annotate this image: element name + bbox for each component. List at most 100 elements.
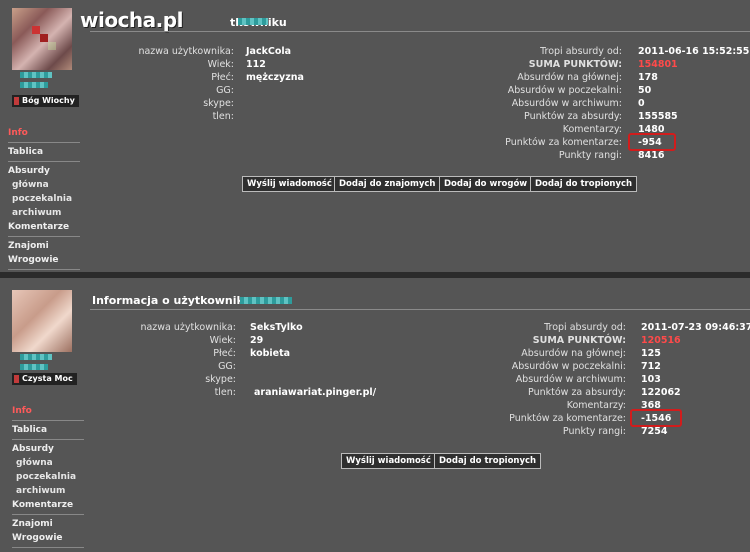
value-absurd-points: 122062 xyxy=(641,387,681,398)
nav-info[interactable]: Info xyxy=(12,404,84,418)
value-absurd-points: 155585 xyxy=(638,111,678,122)
blurred-text xyxy=(20,82,48,88)
nav-poczekalnia[interactable]: poczekalnia xyxy=(12,470,84,484)
add-tracked-button[interactable]: Dodaj do tropionych xyxy=(434,453,542,469)
divider xyxy=(8,236,80,237)
nav-glowna[interactable]: główna xyxy=(8,178,80,192)
profile-panel-1: Bóg Wiochy wiocha.pl tkowniku Info Tabli… xyxy=(0,0,750,272)
label-total-points: SUMA PUNKTÓW: xyxy=(532,335,626,346)
nav-tablica[interactable]: Tablica xyxy=(8,145,80,159)
value-queue: 712 xyxy=(641,361,661,372)
add-tracked-button[interactable]: Dodaj do tropionych xyxy=(530,176,638,192)
nav-komentarze[interactable]: Komentarze xyxy=(8,220,80,234)
header-divider xyxy=(90,31,750,32)
label-total-points: SUMA PUNKTÓW: xyxy=(528,59,622,70)
label-comment-points: Punktów za komentarze: xyxy=(509,413,626,424)
nav-wrogowie[interactable]: Wrogowie xyxy=(8,253,80,267)
value-tlen[interactable]: araniawariat.pinger.pl/ xyxy=(254,387,376,399)
rank-icon xyxy=(14,97,19,105)
avatar[interactable] xyxy=(12,290,72,352)
label-age: Wiek: xyxy=(209,335,236,346)
divider xyxy=(8,269,80,270)
label-username: nazwa użytkownika: xyxy=(138,46,234,57)
nav-znajomi[interactable]: Znajomi xyxy=(12,517,84,531)
divider xyxy=(12,514,84,515)
blurred-text xyxy=(20,72,52,78)
divider xyxy=(12,547,84,548)
page-title: Informacja o użytkowniku xyxy=(92,294,252,307)
label-queue: Absurdów w poczekalni: xyxy=(511,361,626,372)
nav-znajomi[interactable]: Znajomi xyxy=(8,239,80,253)
value-rank-points: 8416 xyxy=(638,150,665,161)
nav-tablica[interactable]: Tablica xyxy=(12,423,84,437)
rank-icon xyxy=(14,375,19,383)
value-tracking-since: 2011-06-16 15:52:55 xyxy=(638,46,750,57)
label-rank-points: Punkty rangi: xyxy=(558,150,622,161)
sidebar-nav: Info Tablica Absurdy główna poczekalnia … xyxy=(12,404,84,550)
label-archive: Absurdów w archiwum: xyxy=(511,98,622,109)
avatar[interactable] xyxy=(12,8,72,70)
label-absurd-points: Punktów za absurdy: xyxy=(528,387,626,398)
nav-absurdy[interactable]: Absurdy xyxy=(12,442,84,456)
blurred-username xyxy=(240,297,292,304)
value-age: 29 xyxy=(250,335,264,346)
add-friend-button[interactable]: Dodaj do znajomych xyxy=(334,176,441,192)
nav-archiwum[interactable]: archiwum xyxy=(8,206,80,220)
site-logo[interactable]: wiocha.pl xyxy=(80,8,183,32)
add-enemy-button[interactable]: Dodaj do wrogów xyxy=(439,176,533,192)
label-rank-points: Punkty rangi: xyxy=(562,426,626,437)
label-tlen: tlen: xyxy=(212,111,234,122)
blurred-text xyxy=(20,364,48,370)
highlight-circle xyxy=(630,409,682,427)
nav-archiwum[interactable]: archiwum xyxy=(12,484,84,498)
label-tracking-since: Tropi absurdy od: xyxy=(540,46,622,57)
value-main-page: 125 xyxy=(641,348,661,359)
value-total-points: 154801 xyxy=(638,59,678,70)
value-age: 112 xyxy=(246,59,266,70)
label-main-page: Absurdów na głównej: xyxy=(517,72,622,83)
value-gender: mężczyzna xyxy=(246,72,304,83)
label-skype: skype: xyxy=(205,374,236,385)
divider xyxy=(12,420,84,421)
label-tlen: tlen: xyxy=(214,387,236,398)
page-title: tkowniku xyxy=(180,16,287,29)
header-divider xyxy=(90,309,750,310)
label-archive: Absurdów w archiwum: xyxy=(515,374,626,385)
label-gg: GG: xyxy=(218,361,236,372)
label-gg: GG: xyxy=(216,85,234,96)
label-main-page: Absurdów na głównej: xyxy=(521,348,626,359)
divider xyxy=(12,439,84,440)
profile-panel-2: Czysta Moc Informacja o użytkowniku Info… xyxy=(0,278,750,552)
value-total-points: 120516 xyxy=(641,335,681,346)
label-absurd-points: Punktów za absurdy: xyxy=(524,111,622,122)
label-gender: Płeć: xyxy=(213,348,236,359)
value-rank-points: 7254 xyxy=(641,426,668,437)
blurred-username xyxy=(238,18,268,25)
value-username: SeksTylko xyxy=(250,322,303,333)
label-queue: Absurdów w poczekalni: xyxy=(507,85,622,96)
rank-badge: Bóg Wiochy xyxy=(12,95,79,107)
divider xyxy=(8,161,80,162)
value-archive: 0 xyxy=(638,98,645,109)
label-tracking-since: Tropi absurdy od: xyxy=(544,322,626,333)
label-comments: Komentarzy: xyxy=(562,124,622,135)
nav-absurdy[interactable]: Absurdy xyxy=(8,164,80,178)
value-main-page: 178 xyxy=(638,72,658,83)
label-skype: skype: xyxy=(203,98,234,109)
value-queue: 50 xyxy=(638,85,652,96)
sidebar-nav: Info Tablica Absurdy główna poczekalnia … xyxy=(8,126,80,272)
value-gender: kobieta xyxy=(250,348,291,359)
nav-komentarze[interactable]: Komentarze xyxy=(12,498,84,512)
label-comment-points: Punktów za komentarze: xyxy=(505,137,622,148)
value-username: JackCola xyxy=(246,46,292,57)
divider xyxy=(8,142,80,143)
rank-badge: Czysta Moc xyxy=(12,373,77,385)
label-username: nazwa użytkownika: xyxy=(140,322,236,333)
nav-info[interactable]: Info xyxy=(8,126,80,140)
nav-poczekalnia[interactable]: poczekalnia xyxy=(8,192,80,206)
send-message-button[interactable]: Wyślij wiadomość xyxy=(341,453,436,469)
send-message-button[interactable]: Wyślij wiadomość xyxy=(242,176,337,192)
nav-wrogowie[interactable]: Wrogowie xyxy=(12,531,84,545)
label-comments: Komentarzy: xyxy=(566,400,626,411)
nav-glowna[interactable]: główna xyxy=(12,456,84,470)
